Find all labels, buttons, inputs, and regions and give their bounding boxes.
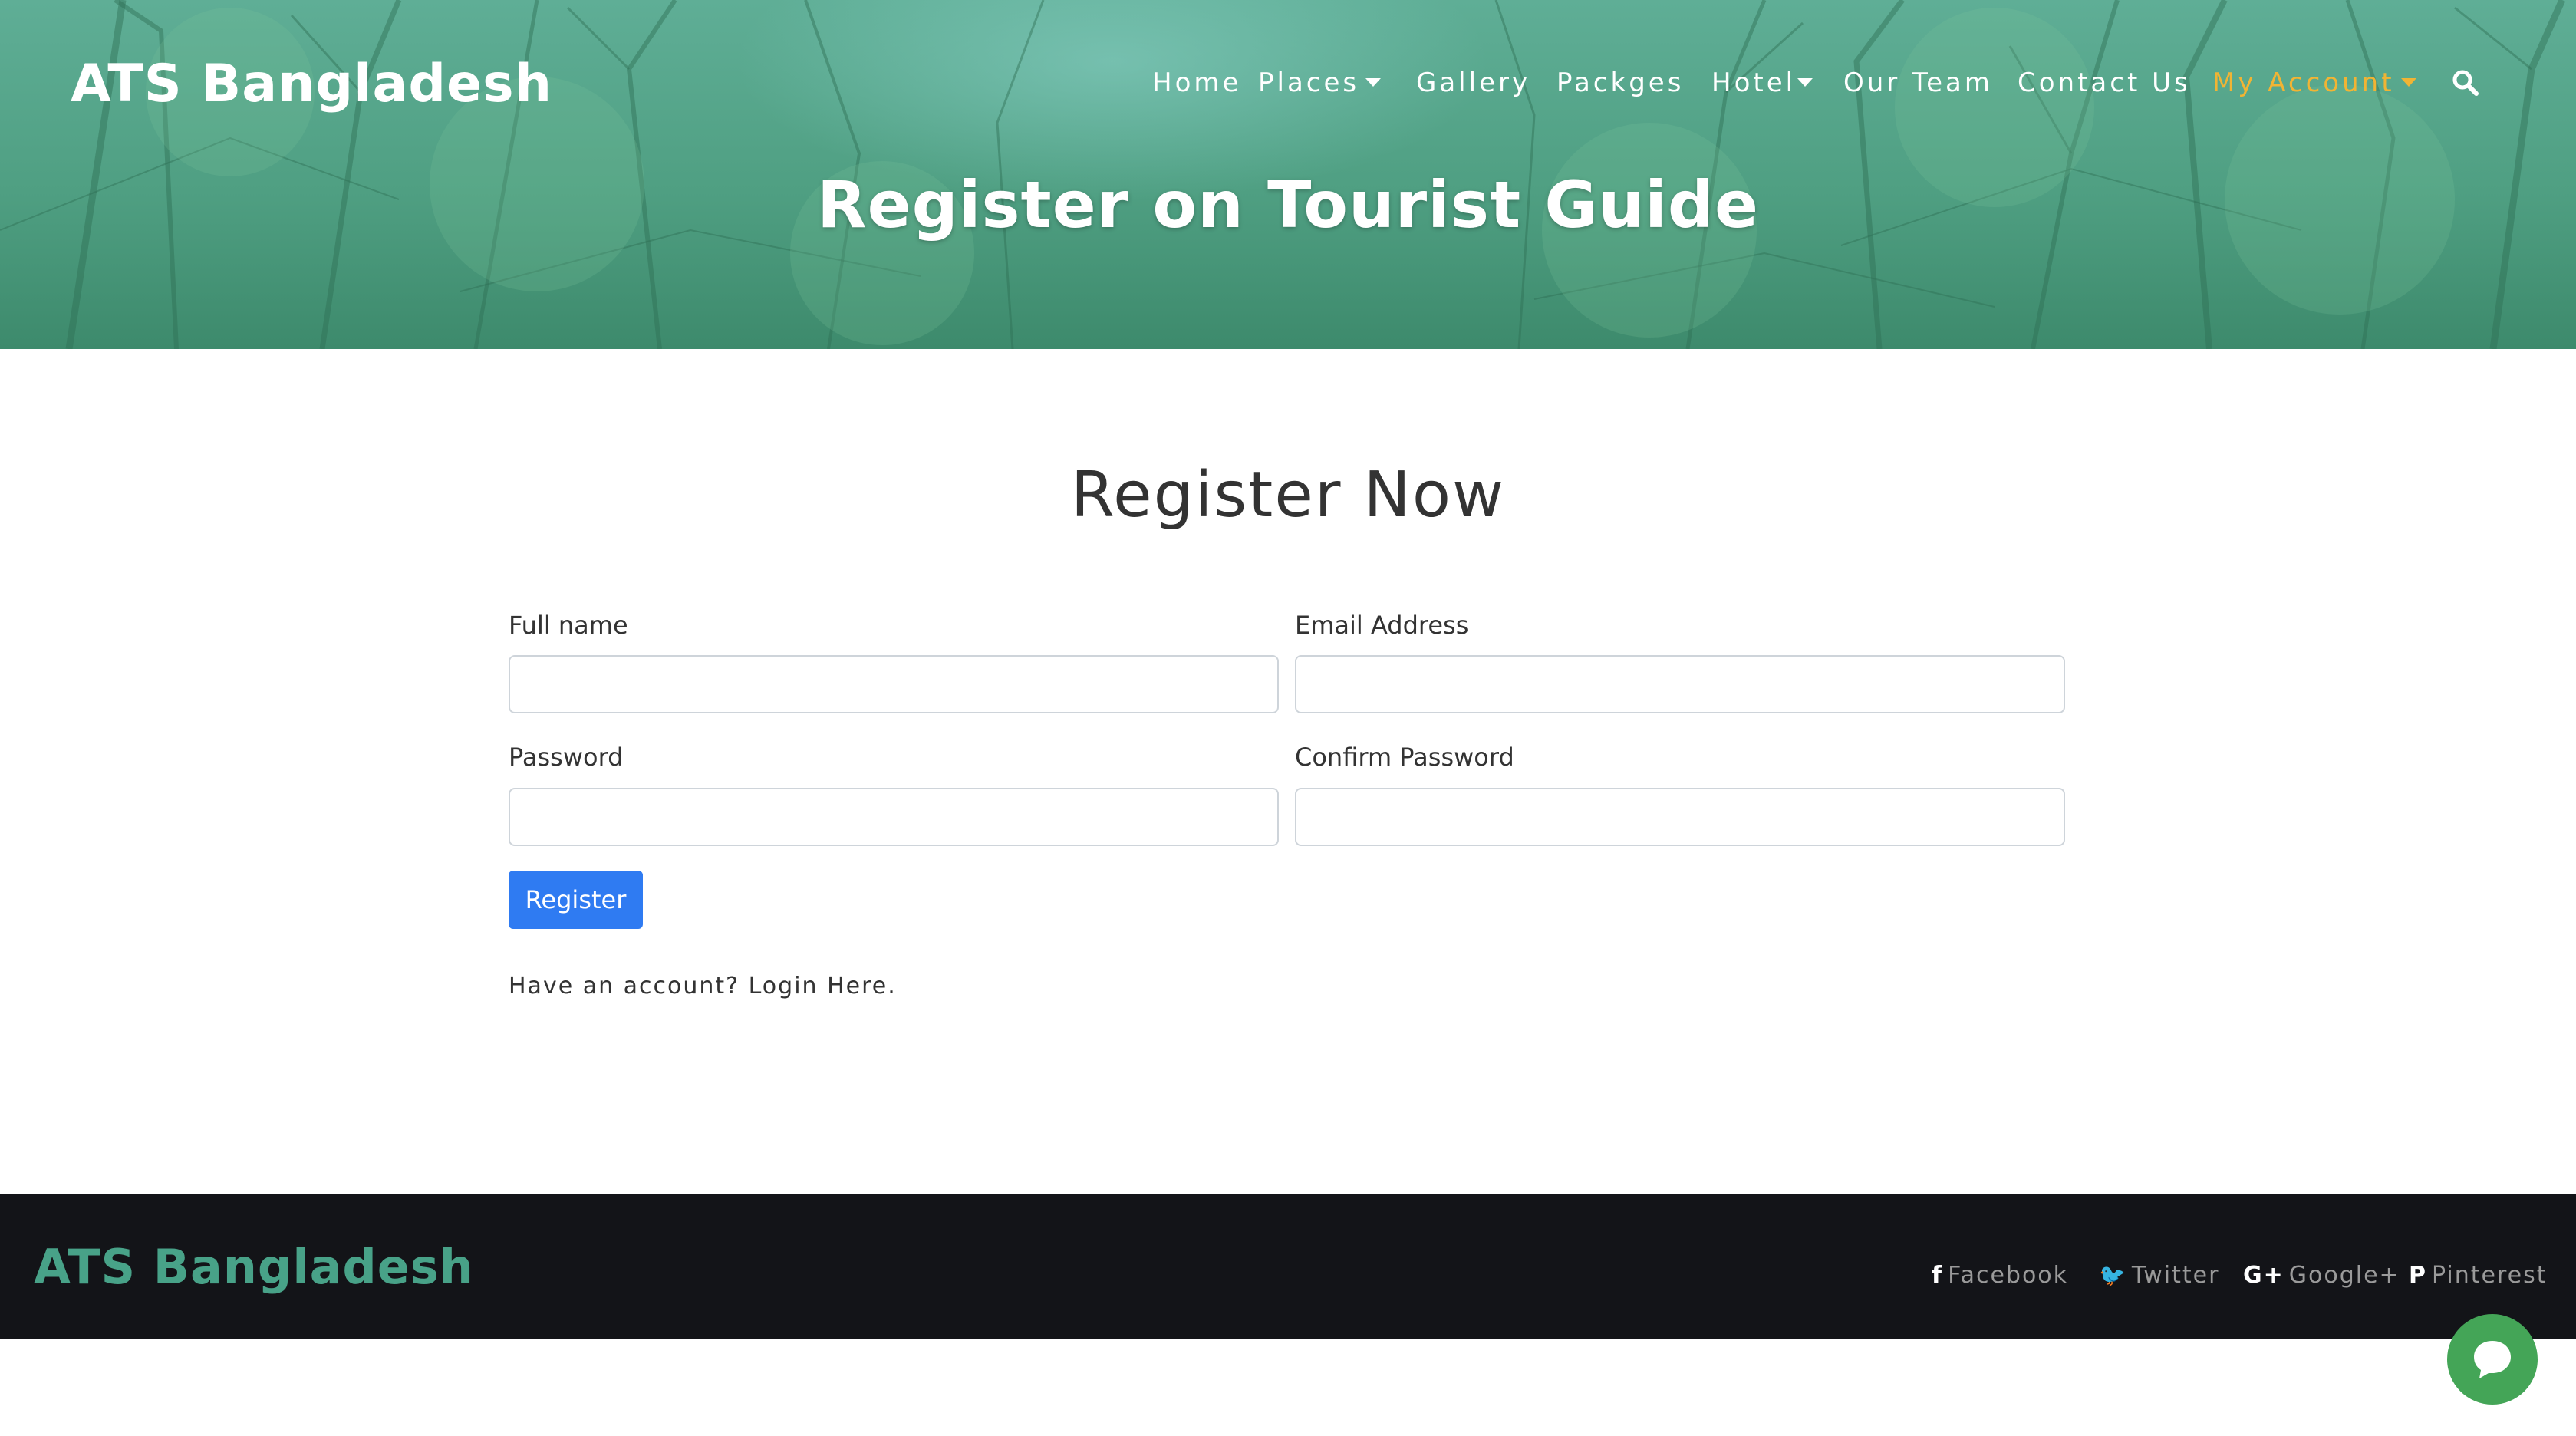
chevron-down-icon: [2400, 78, 2416, 87]
nav-item-my-account[interactable]: My Account: [2212, 68, 2416, 98]
site-footer: ATS Bangladesh f Facebook 🐦 Twitter G+ Goog…: [0, 1194, 2576, 1339]
email-address-input[interactable]: [1295, 655, 2065, 713]
password-input[interactable]: [509, 788, 1279, 846]
pinterest-icon: P: [2409, 1262, 2427, 1289]
hero-title: Register on Tourist Guide: [816, 167, 1760, 242]
register-button[interactable]: Register: [509, 871, 643, 929]
footer-link-twitter[interactable]: 🐦 Twitter: [2099, 1262, 2219, 1289]
full-name-label: Full name: [509, 611, 628, 640]
have-account-text: Have an account? Login Here.: [509, 973, 897, 1000]
footer-brand-logo[interactable]: ATS Bangladesh: [34, 1239, 474, 1295]
footer-link-facebook[interactable]: f Facebook: [1932, 1262, 2068, 1289]
twitter-icon: 🐦: [2099, 1263, 2127, 1288]
nav-item-our-team[interactable]: Our Team: [1843, 68, 1993, 98]
confirm-password-input[interactable]: [1295, 788, 2065, 846]
chat-icon: [2474, 1341, 2511, 1378]
footer-link-pinterest[interactable]: P Pinterest: [2409, 1262, 2548, 1289]
email-address-label: Email Address: [1295, 611, 1469, 640]
nav-item-home[interactable]: Home: [1152, 68, 1241, 98]
register-heading: Register Now: [1070, 459, 1506, 532]
full-name-input[interactable]: [509, 655, 1279, 713]
chevron-down-icon: [1365, 78, 1382, 87]
confirm-password-label: Confirm Password: [1295, 743, 1514, 772]
nav-item-hotel[interactable]: Hotel: [1711, 68, 1813, 98]
site-brand-logo[interactable]: ATS Bangladesh: [71, 54, 552, 114]
google-plus-icon: G+: [2243, 1262, 2284, 1289]
facebook-icon: f: [1932, 1262, 1944, 1289]
search-icon[interactable]: [2452, 69, 2479, 97]
nav-item-contact-us[interactable]: Contact Us: [2018, 68, 2191, 98]
nav-item-packges[interactable]: Packges: [1556, 68, 1684, 98]
hero-header: ATS Bangladesh Home Places Gallery Packg…: [0, 0, 2576, 349]
nav-item-places[interactable]: Places: [1258, 68, 1382, 98]
chat-widget-button[interactable]: [2447, 1314, 2538, 1405]
nav-item-gallery[interactable]: Gallery: [1416, 68, 1530, 98]
chevron-down-icon: [1797, 78, 1813, 87]
password-label: Password: [509, 743, 624, 772]
footer-link-google-plus[interactable]: G+ Google+: [2243, 1262, 2400, 1289]
login-here-link[interactable]: Login Here.: [749, 973, 897, 1000]
